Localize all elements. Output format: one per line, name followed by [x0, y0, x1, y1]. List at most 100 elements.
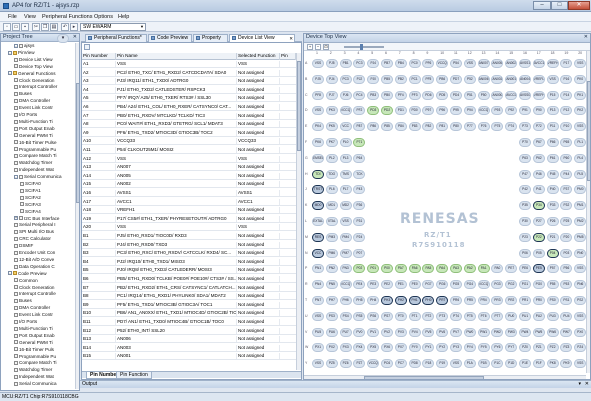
- table-row[interactable]: A17 AVCC1 AVCC1: [82, 198, 296, 206]
- close-icon[interactable]: ✕: [73, 34, 77, 41]
- package-pin[interactable]: PW3: [505, 327, 518, 337]
- package-pin[interactable]: PY4: [463, 343, 476, 353]
- package-pin[interactable]: AN007: [477, 59, 490, 68]
- package-pin[interactable]: PC0: [408, 59, 421, 68]
- package-pin[interactable]: VSS: [312, 106, 324, 116]
- package-pin[interactable]: PL0: [339, 138, 352, 147]
- package-pin[interactable]: P64: [353, 153, 366, 163]
- package-pin[interactable]: PA3: [450, 264, 462, 274]
- package-pin[interactable]: PD2: [381, 106, 393, 116]
- menu-help[interactable]: Help: [118, 14, 129, 20]
- package-pin[interactable]: P51: [463, 90, 476, 100]
- package-pin[interactable]: PM1: [574, 201, 587, 211]
- table-row[interactable]: A13 AN007 Not assigned: [82, 164, 296, 172]
- menu-view[interactable]: View: [24, 14, 36, 20]
- build-icon[interactable]: ▸: [70, 23, 78, 31]
- close-icon[interactable]: ✕: [289, 35, 293, 42]
- tree-item[interactable]: - Serial Communica: [14, 174, 73, 180]
- package-pin[interactable]: P43: [353, 185, 366, 195]
- package-pin[interactable]: PA6: [408, 264, 421, 274]
- package-pin[interactable]: P74: [505, 122, 518, 132]
- package-pin[interactable]: P19: [436, 359, 449, 369]
- zoom-slider-knob[interactable]: [360, 44, 363, 50]
- package-pin[interactable]: P1F: [532, 359, 545, 369]
- package-pin[interactable]: RES: [312, 232, 324, 242]
- package-pin[interactable]: TRST: [312, 185, 324, 195]
- package-pin[interactable]: P72: [532, 122, 545, 132]
- package-pin[interactable]: PE6: [519, 264, 531, 274]
- zoom-fit-icon[interactable]: ⊡: [323, 44, 329, 50]
- package-pin[interactable]: PG1: [519, 280, 531, 290]
- package-pin[interactable]: PD0: [408, 106, 421, 116]
- package-pin[interactable]: PS0: [546, 296, 559, 305]
- table-row[interactable]: B10 PB6/ AN1_AN0XX/ ETH1_TXD1/ MTIOC4D/ G…: [82, 310, 296, 318]
- list-toolbar-icon[interactable]: [84, 44, 90, 50]
- tree-item[interactable]: I/O Ports: [14, 112, 73, 118]
- package-pin[interactable]: VSS: [312, 311, 324, 321]
- package-pin[interactable]: P86: [367, 122, 380, 132]
- package-pin[interactable]: P24: [353, 232, 366, 242]
- package-pin[interactable]: PC1: [408, 74, 421, 84]
- package-pin[interactable]: PJ7: [325, 90, 338, 100]
- package-pin[interactable]: PL7: [339, 185, 352, 195]
- package-pin[interactable]: VSS: [339, 217, 352, 226]
- package-pin[interactable]: PV3: [394, 327, 407, 337]
- package-pin[interactable]: P26: [546, 217, 559, 226]
- package-pin[interactable]: PK1: [574, 90, 587, 100]
- package-pin[interactable]: P10: [560, 122, 573, 132]
- package-pin[interactable]: PU5: [312, 327, 324, 337]
- package-pin[interactable]: VCCQ: [477, 280, 490, 290]
- tree-scrollbar[interactable]: [75, 43, 79, 389]
- package-pin[interactable]: PV4: [408, 327, 421, 337]
- package-pin[interactable]: AVCC0: [505, 90, 518, 100]
- package-pin[interactable]: TDI: [312, 169, 324, 179]
- table-row[interactable]: A9 PF6/ ETH1_TXD2/ MTIOC3D/ GTIOC3B/ TOC2…: [82, 129, 296, 137]
- package-pin[interactable]: P54: [450, 59, 462, 68]
- package-pin[interactable]: PK8: [546, 359, 559, 369]
- table-row[interactable]: B7 PB2/ ETH1_RXD2/ ETH1_CRS/ CATSYNC1/ CA…: [82, 284, 296, 292]
- table-row[interactable]: B15 AN001 Not assigned: [82, 353, 296, 361]
- package-pin[interactable]: PG4: [463, 280, 476, 290]
- tree-item[interactable]: Event Link Contr: [14, 105, 73, 111]
- package-pin[interactable]: P1C: [491, 359, 504, 369]
- package-pin[interactable]: VCCQ: [339, 280, 352, 290]
- package-pin[interactable]: PV0: [353, 327, 366, 337]
- package-pin[interactable]: PF6: [422, 59, 435, 68]
- tree-item[interactable]: Interrupt Controlle: [14, 291, 73, 297]
- package-pin[interactable]: PM2: [574, 217, 587, 226]
- package-pin[interactable]: PX0: [574, 327, 587, 337]
- package-pin[interactable]: PK9: [560, 359, 573, 369]
- tree-item[interactable]: DSMIF: [14, 243, 73, 249]
- package-pin[interactable]: P92: [505, 106, 518, 116]
- package-pin[interactable]: P06: [519, 248, 531, 258]
- package-pin[interactable]: P56: [560, 264, 573, 274]
- package-pin[interactable]: PR7: [436, 296, 449, 305]
- package-pin[interactable]: PG0: [532, 280, 545, 290]
- tree-item[interactable]: - PinView: [8, 50, 73, 56]
- tree-item[interactable]: Serial Peripheral I: [14, 222, 73, 228]
- package-pin[interactable]: VSS: [546, 74, 559, 84]
- package-pin[interactable]: PW2: [491, 327, 504, 337]
- package-pin[interactable]: PZ4: [574, 343, 587, 353]
- package-pin[interactable]: VCCQ: [339, 106, 352, 116]
- tree-item[interactable]: Clock Generation: [14, 78, 73, 84]
- table-row[interactable]: A2 PC2/ ETH0_TXC/ ETH1_RXD2/ CATCDCDATA/ …: [82, 69, 296, 77]
- package-pin[interactable]: PG2: [505, 280, 518, 290]
- package-pin[interactable]: VSS: [574, 59, 587, 68]
- open-icon[interactable]: ▭: [12, 23, 20, 31]
- package-pin[interactable]: PT3: [436, 311, 449, 321]
- package-pin[interactable]: PB6: [436, 74, 449, 84]
- package-pin[interactable]: P03: [560, 248, 573, 258]
- package-pin[interactable]: PY2: [436, 343, 449, 353]
- top-view-vscroll[interactable]: [586, 51, 590, 373]
- table-row[interactable]: A6 PB4/ A24/ ETH1_COL/ ETH0_RXER/ CATSYNC…: [82, 104, 296, 111]
- package-pin[interactable]: AVSS0: [519, 90, 531, 100]
- pin-icon[interactable]: ▾: [578, 381, 581, 388]
- package-pin[interactable]: PJ5: [325, 59, 338, 68]
- tree-item[interactable]: Clock Generation: [14, 285, 73, 291]
- package-pin[interactable]: PB0: [381, 90, 393, 100]
- paste-icon[interactable]: ▤: [50, 23, 58, 31]
- tree-item[interactable]: DMA Controller: [14, 305, 73, 311]
- package-pin[interactable]: EMSEL: [312, 153, 324, 163]
- package-pin[interactable]: P30: [519, 217, 531, 226]
